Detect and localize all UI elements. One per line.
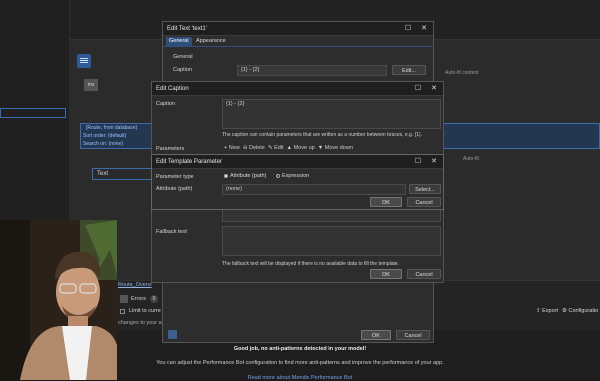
new-button[interactable]: New: [229, 145, 240, 151]
ok-button[interactable]: OK: [370, 197, 402, 207]
tab-route-overview[interactable]: Route_Overvi: [118, 282, 152, 288]
caption-hint: The caption can contain parameters that …: [222, 132, 423, 138]
move-up-button[interactable]: Move up: [294, 145, 315, 151]
attribute-path-field[interactable]: (none): [222, 184, 406, 195]
export-icon: ⇪: [536, 308, 541, 314]
close-icon[interactable]: ✕: [427, 155, 441, 169]
edit-caption-title: Edit Caption: [156, 86, 189, 92]
tab-underline: [163, 46, 433, 47]
edit-text-title: Edit Text 'text1': [167, 26, 207, 32]
configuration-label: Configuratio: [568, 308, 599, 314]
cancel-button[interactable]: Cancel: [407, 269, 441, 279]
maximize-icon[interactable]: ☐: [401, 22, 415, 36]
edit-template-title: Edit Template Parameter: [156, 159, 222, 165]
help-icon[interactable]: [168, 330, 177, 339]
webcam-overlay: [0, 220, 117, 380]
expression-radio-label: Expression: [282, 173, 310, 179]
search-on: Search on: (none): [83, 141, 124, 147]
changes-label: changes to your a: [118, 320, 162, 326]
widget-icon: mx: [84, 79, 98, 91]
close-icon[interactable]: ✕: [417, 22, 431, 36]
sidebar-selected-item[interactable]: [0, 108, 66, 118]
sort-order: Sort order: (default): [83, 133, 127, 139]
move-up-icon: ▲: [286, 145, 293, 151]
caption-textarea[interactable]: {1} - {2}: [222, 99, 441, 129]
delete-button[interactable]: Delete: [249, 145, 265, 151]
error-filter-icon[interactable]: [120, 295, 128, 303]
edit-template-titlebar: Edit Template Parameter ☐ ✕: [152, 155, 443, 169]
move-down-icon: ▼: [317, 145, 324, 151]
caption-field[interactable]: {1} - {2}: [237, 65, 387, 76]
edit-button[interactable]: Edit: [274, 145, 283, 151]
maximize-icon[interactable]: ☐: [411, 82, 425, 96]
maximize-icon[interactable]: ☐: [411, 155, 425, 169]
expression-radio[interactable]: Expression: [276, 173, 309, 179]
move-down-button[interactable]: Move down: [325, 145, 353, 151]
edit-text-titlebar: Edit Text 'text1' ☐ ✕: [163, 22, 433, 36]
errors-label: Errors: [131, 296, 146, 302]
ok-button[interactable]: OK: [361, 330, 391, 340]
fallback-label: Fallback text: [156, 229, 187, 235]
fallback-hint: The fallback text will be displayed if t…: [222, 261, 400, 267]
parameters-toolbar: + New ⊖ Delete ✎ Edit ▲ Move up ▼ Move d…: [224, 145, 353, 151]
select-button[interactable]: Select...: [409, 184, 441, 194]
parameters-label: Parameters: [156, 146, 185, 152]
radio-unselected-icon: [276, 173, 280, 178]
general-section-title: General: [173, 54, 193, 60]
autofit-label: Auto-fit: [463, 156, 479, 162]
route-datasource: [Route, from database]: [86, 125, 137, 131]
edit-template-parameter-dialog: Edit Template Parameter ☐ ✕ Parameter ty…: [151, 154, 444, 210]
delete-icon: ⊖: [242, 145, 248, 151]
close-icon[interactable]: ✕: [427, 82, 441, 96]
fallback-textarea[interactable]: [222, 226, 441, 256]
cancel-button[interactable]: Cancel: [407, 197, 441, 207]
caption-label: Caption: [173, 67, 192, 73]
configuration-button[interactable]: ⚙ Configuratio: [562, 308, 598, 314]
radio-selected-icon: [224, 173, 228, 178]
edit-caption-titlebar: Edit Caption ☐ ✕: [152, 82, 443, 96]
tab-general[interactable]: General: [166, 37, 192, 46]
edit-caption-button[interactable]: Edit...: [392, 65, 426, 75]
tab-appearance[interactable]: Appearance: [193, 37, 229, 46]
presenter-video: [0, 220, 117, 380]
menu-icon[interactable]: [77, 54, 91, 68]
edit-icon: ✎: [267, 145, 273, 151]
attribute-path-label: Attribute (path): [156, 186, 193, 192]
errors-count: 0: [150, 295, 158, 303]
gear-icon: ⚙: [562, 308, 567, 314]
limit-checkbox[interactable]: [120, 309, 125, 314]
new-icon: +: [224, 145, 228, 151]
parameter-type-label: Parameter type: [156, 174, 194, 180]
export-button[interactable]: ⇪ Export: [536, 308, 558, 314]
attribute-radio-label: Attribute (path): [230, 173, 267, 179]
attribute-radio[interactable]: Attribute (path): [224, 173, 266, 179]
export-label: Export: [542, 308, 559, 314]
ok-button[interactable]: OK: [370, 269, 402, 279]
autofit-label-top: Auto-fit content: [445, 70, 479, 76]
cancel-button[interactable]: Cancel: [396, 330, 430, 340]
limit-label: Limit to curre: [129, 308, 161, 314]
caption-label: Caption: [156, 101, 175, 107]
